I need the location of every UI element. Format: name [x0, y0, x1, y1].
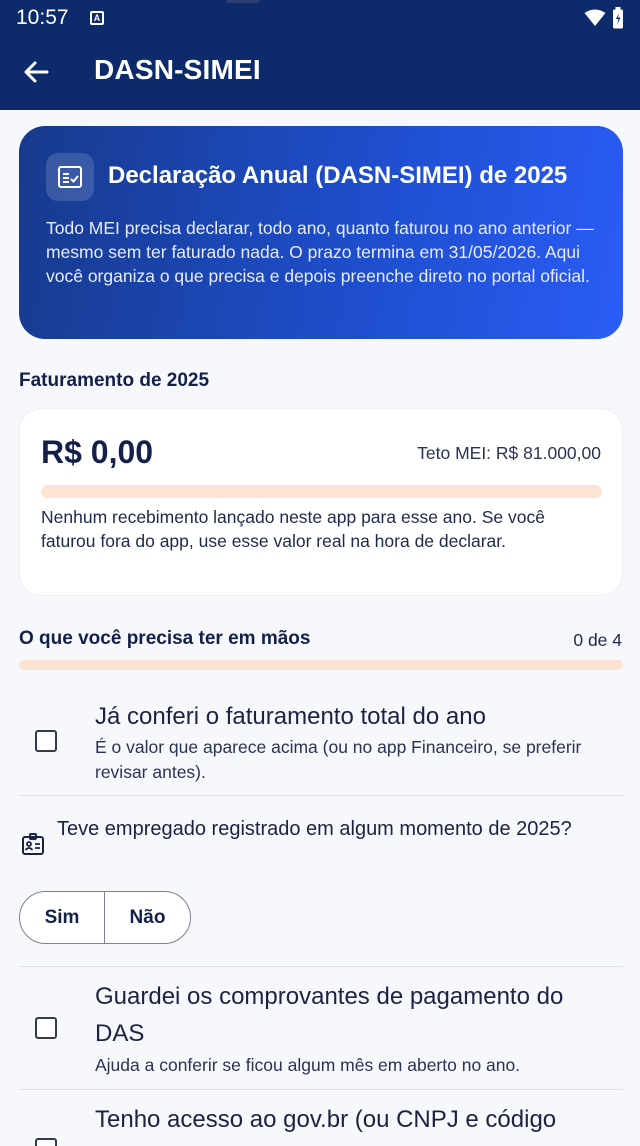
checkbox[interactable] [35, 730, 57, 752]
teto-mei-label: Teto MEI: R$ 81.000,00 [417, 443, 601, 463]
checklist-item-govbr[interactable]: Tenho acesso ao gov.br (ou CNPJ e código [19, 1092, 623, 1146]
divider [19, 1089, 623, 1090]
app-bar: DASN-SIMEI [0, 36, 640, 110]
answer-nao-button[interactable]: Não [105, 892, 190, 943]
employee-question: Teve empregado registrado em algum momen… [57, 818, 572, 840]
page-title: DASN-SIMEI [94, 54, 261, 85]
checklist-section-title: O que você precisa ter em mãos [19, 628, 311, 649]
faturamento-section-title: Faturamento de 2025 [19, 370, 210, 391]
employee-badge-icon [21, 832, 45, 861]
checklist-icon [46, 153, 94, 201]
arrow-back-icon [24, 61, 49, 83]
notification-badge-icon: A [90, 11, 104, 25]
status-bar: 10:57 A [0, 0, 640, 36]
hero-description: Todo MEI precisa declarar, todo ano, qua… [46, 218, 594, 286]
checklist-counter: 0 de 4 [573, 630, 622, 650]
checklist-item-faturamento[interactable]: Já conferi o faturamento total do ano É … [19, 690, 623, 795]
employee-answer-toggle: Sim Não [19, 891, 191, 944]
checklist-item-subtitle: Ajuda a conferir se ficou algum mês em a… [95, 1055, 521, 1075]
checklist-progress-bar [19, 660, 623, 670]
hero-title: Declaração Anual (DASN-SIMEI) de 2025 [108, 162, 568, 189]
checkbox[interactable] [35, 1138, 57, 1146]
answer-sim-button[interactable]: Sim [20, 892, 105, 943]
back-button[interactable] [14, 50, 58, 94]
checkbox[interactable] [35, 1017, 57, 1039]
checklist-item-title: Já conferi o faturamento total do ano [95, 703, 486, 730]
checklist-item-title: Tenho acesso ao gov.br (ou CNPJ e código [95, 1106, 557, 1133]
status-time: 10:57 [16, 6, 69, 29]
divider [19, 966, 623, 967]
checklist-item-das[interactable]: Guardei os comprovantes de pagamento do … [19, 970, 623, 1088]
battery-icon [612, 7, 624, 34]
camera-notch [226, 0, 260, 3]
hero-card: Declaração Anual (DASN-SIMEI) de 2025 To… [19, 126, 623, 339]
faturamento-note: Nenhum recebimento lançado neste app par… [41, 507, 545, 551]
faturamento-progress-bar [41, 485, 602, 498]
wifi-icon [584, 9, 606, 32]
checklist-item-title: Guardei os comprovantes de pagamento do … [95, 983, 564, 1047]
checklist-item-subtitle: É o valor que aparece acima (ou no app F… [95, 737, 582, 782]
faturamento-value: R$ 0,00 [41, 434, 154, 470]
divider [19, 795, 623, 796]
faturamento-card: R$ 0,00 Teto MEI: R$ 81.000,00 Nenhum re… [19, 408, 623, 596]
